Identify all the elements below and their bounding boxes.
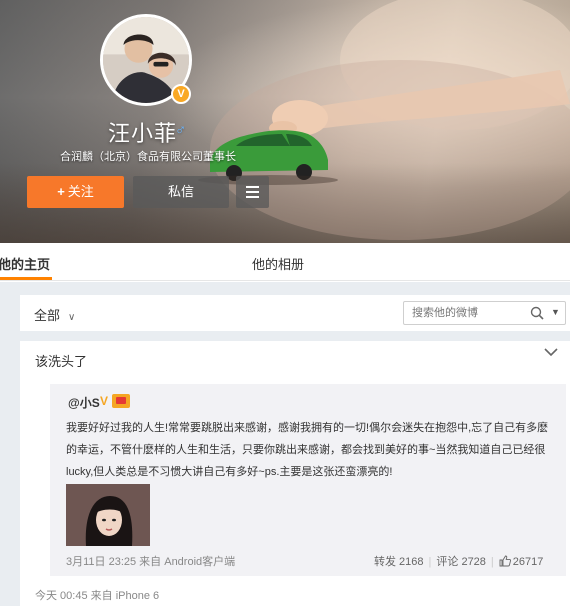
profile-bio: 合润麟（北京）食品有限公司董事长 xyxy=(60,151,236,163)
profile-tabs: 他的主页 他的相册 xyxy=(0,243,570,281)
verified-v-icon: V xyxy=(100,394,109,408)
feed-card: 该洗头了 @小S V 我要好好过我的人生!常常要跳脱出来感谢，感谢我拥有的一切!… xyxy=(20,341,570,606)
thumbs-up-icon xyxy=(499,555,511,567)
follow-label: 关注 xyxy=(67,184,94,199)
like-count: 26717 xyxy=(512,556,544,568)
profile-name: 汪小菲 xyxy=(108,121,178,146)
plus-icon: + xyxy=(57,184,65,199)
repost-text: 我要好好过我的人生!常常要跳脱出来感谢，感谢我拥有的一切!偶尔会迷失在抱怨中,忘… xyxy=(66,422,549,478)
repost-photo xyxy=(66,484,150,546)
search-input[interactable] xyxy=(412,305,522,321)
repost-stats: 转发 2168 | 评论 2728 | 26717 xyxy=(374,555,544,568)
hamburger-icon xyxy=(246,186,259,201)
repost-image[interactable] xyxy=(66,484,150,546)
reposted-weibo: @小S V 我要好好过我的人生!常常要跳脱出来感谢，感谢我拥有的一切!偶尔会迷失… xyxy=(50,384,566,576)
chevron-down-icon: ∨ xyxy=(68,312,76,323)
filter-all-dropdown[interactable]: 全部 ∨ xyxy=(34,305,75,324)
filter-all-label: 全部 xyxy=(34,308,61,323)
male-icon: ♂ xyxy=(175,122,187,139)
repost-count[interactable]: 转发 2168 xyxy=(374,556,424,568)
search-dropdown-caret-icon[interactable]: ▼ xyxy=(551,307,560,317)
like-button[interactable]: 26717 xyxy=(499,555,544,568)
vip-badge-icon xyxy=(112,394,130,408)
repost-author[interactable]: @小S xyxy=(68,394,100,411)
follow-button[interactable]: + 关注 xyxy=(27,176,124,208)
repost-time-source[interactable]: 3月11日 23:25 来自 Android客户端 xyxy=(66,553,235,569)
post-text: 该洗头了 xyxy=(35,354,88,369)
feed-filter-bar: 全部 ∨ ▼ xyxy=(20,295,570,331)
search-box: ▼ xyxy=(403,301,566,325)
post-menu-chevron-icon[interactable] xyxy=(544,347,558,357)
search-icon[interactable] xyxy=(530,306,544,320)
verified-badge: V xyxy=(171,84,191,104)
tab-album[interactable]: 他的相册 xyxy=(252,254,304,273)
post-time-source[interactable]: 今天 00:45 来自 iPhone 6 xyxy=(35,587,159,603)
tab-home[interactable]: 他的主页 xyxy=(0,254,50,273)
more-menu-button[interactable] xyxy=(236,176,269,208)
active-tab-indicator xyxy=(0,277,52,280)
message-button[interactable]: 私信 xyxy=(133,176,229,208)
comment-count[interactable]: 评论 2728 xyxy=(436,556,486,568)
